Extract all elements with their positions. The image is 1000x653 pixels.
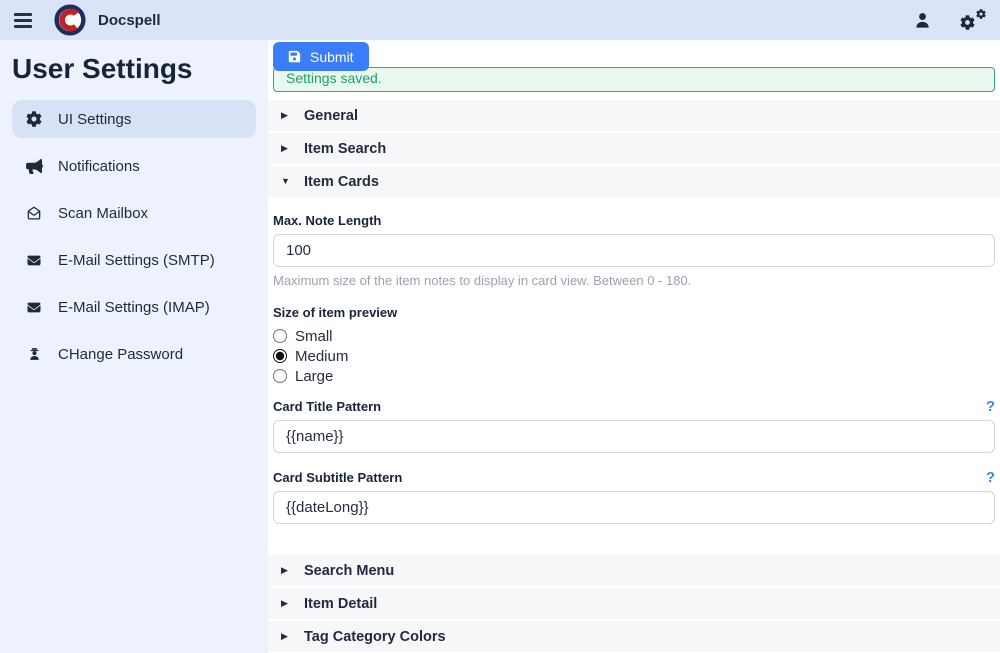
brand[interactable]: Docspell bbox=[54, 4, 161, 36]
preview-size-group: Size of item preview Small Medium Large bbox=[273, 305, 995, 386]
help-icon[interactable]: ? bbox=[986, 399, 995, 414]
card-title-pattern-label: Card Title Pattern bbox=[273, 399, 381, 414]
max-note-length-label: Max. Note Length bbox=[273, 213, 995, 228]
settings-sidebar: User Settings UI Settings Notifications … bbox=[0, 40, 268, 653]
max-note-length-input[interactable] bbox=[273, 234, 995, 267]
section-label: Tag Category Colors bbox=[304, 629, 446, 645]
caret-right-icon: ▶ bbox=[281, 111, 291, 120]
section-label: General bbox=[304, 108, 358, 124]
sidebar-item-scan-mailbox[interactable]: Scan Mailbox bbox=[12, 194, 256, 232]
section-header-item-detail[interactable]: ▶ Item Detail bbox=[268, 588, 1000, 619]
section-header-tag-category-colors[interactable]: ▶ Tag Category Colors bbox=[268, 621, 1000, 652]
sidebar-item-email-smtp[interactable]: E-Mail Settings (SMTP) bbox=[12, 241, 256, 279]
preview-size-option-small[interactable]: Small bbox=[273, 326, 995, 346]
section-header-item-cards[interactable]: ▼ Item Cards bbox=[268, 166, 1000, 197]
sidebar-item-label: E-Mail Settings (IMAP) bbox=[58, 299, 210, 316]
bullhorn-icon bbox=[25, 159, 43, 174]
item-cards-panel: Max. Note Length Maximum size of the ite… bbox=[268, 199, 1000, 555]
section-header-item-search[interactable]: ▶ Item Search bbox=[268, 133, 1000, 164]
radio-small[interactable] bbox=[273, 329, 287, 343]
gear-icon bbox=[25, 111, 43, 127]
gears-icon[interactable] bbox=[960, 9, 986, 31]
sidebar-item-email-imap[interactable]: E-Mail Settings (IMAP) bbox=[12, 288, 256, 326]
submit-label: Submit bbox=[310, 49, 354, 65]
envelope-open-icon bbox=[25, 205, 43, 221]
preview-size-option-large[interactable]: Large bbox=[273, 366, 995, 386]
app-title: Docspell bbox=[98, 12, 161, 29]
help-icon[interactable]: ? bbox=[986, 470, 995, 485]
card-subtitle-pattern-label: Card Subtitle Pattern bbox=[273, 470, 402, 485]
max-note-length-help: Maximum size of the item notes to displa… bbox=[273, 273, 995, 288]
top-navbar: Docspell bbox=[0, 0, 1000, 40]
section-label: Item Search bbox=[304, 141, 386, 157]
user-secret-icon bbox=[25, 346, 43, 362]
alert-message: Settings saved. bbox=[286, 70, 382, 86]
radio-medium[interactable] bbox=[273, 349, 287, 363]
max-note-length-group: Max. Note Length Maximum size of the ite… bbox=[273, 213, 995, 288]
caret-right-icon: ▶ bbox=[281, 144, 291, 153]
section-header-search-menu[interactable]: ▶ Search Menu bbox=[268, 555, 1000, 586]
settings-accordion: ▶ General ▶ Item Search ▼ Item Cards Max… bbox=[268, 100, 1000, 653]
section-header-general[interactable]: ▶ General bbox=[268, 100, 1000, 131]
docspell-logo-icon bbox=[54, 4, 86, 36]
section-label: Item Detail bbox=[304, 596, 377, 612]
caret-right-icon: ▶ bbox=[281, 599, 291, 608]
settings-main: Submit Settings saved. ▶ General ▶ Item … bbox=[268, 40, 1000, 653]
section-label: Item Cards bbox=[304, 174, 379, 190]
preview-size-label: Size of item preview bbox=[273, 305, 995, 320]
user-icon[interactable] bbox=[913, 11, 932, 30]
envelope-icon bbox=[25, 254, 43, 267]
card-title-pattern-group: Card Title Pattern ? bbox=[273, 399, 995, 453]
sidebar-item-label: Notifications bbox=[58, 158, 140, 175]
radio-label: Large bbox=[295, 368, 333, 385]
sidebar-item-notifications[interactable]: Notifications bbox=[12, 147, 256, 185]
caret-down-icon: ▼ bbox=[281, 177, 291, 186]
preview-size-option-medium[interactable]: Medium bbox=[273, 346, 995, 366]
sidebar-item-change-password[interactable]: CHange Password bbox=[12, 335, 256, 373]
radio-label: Small bbox=[295, 328, 333, 345]
radio-large[interactable] bbox=[273, 369, 287, 383]
envelope-icon bbox=[25, 301, 43, 314]
section-label: Search Menu bbox=[304, 563, 394, 579]
submit-button[interactable]: Submit bbox=[273, 42, 369, 71]
save-icon bbox=[288, 50, 301, 63]
success-alert: Settings saved. bbox=[273, 67, 995, 92]
radio-label: Medium bbox=[295, 348, 348, 365]
hamburger-menu-icon[interactable] bbox=[14, 13, 32, 28]
sidebar-item-label: Scan Mailbox bbox=[58, 205, 148, 222]
sidebar-item-ui-settings[interactable]: UI Settings bbox=[12, 100, 256, 138]
sidebar-item-label: E-Mail Settings (SMTP) bbox=[58, 252, 215, 269]
card-title-pattern-input[interactable] bbox=[273, 420, 995, 453]
card-subtitle-pattern-group: Card Subtitle Pattern ? bbox=[273, 470, 995, 524]
page-title: User Settings bbox=[12, 53, 268, 85]
sidebar-item-label: CHange Password bbox=[58, 346, 183, 363]
caret-right-icon: ▶ bbox=[281, 566, 291, 575]
caret-right-icon: ▶ bbox=[281, 632, 291, 641]
sidebar-item-label: UI Settings bbox=[58, 111, 131, 128]
card-subtitle-pattern-input[interactable] bbox=[273, 491, 995, 524]
